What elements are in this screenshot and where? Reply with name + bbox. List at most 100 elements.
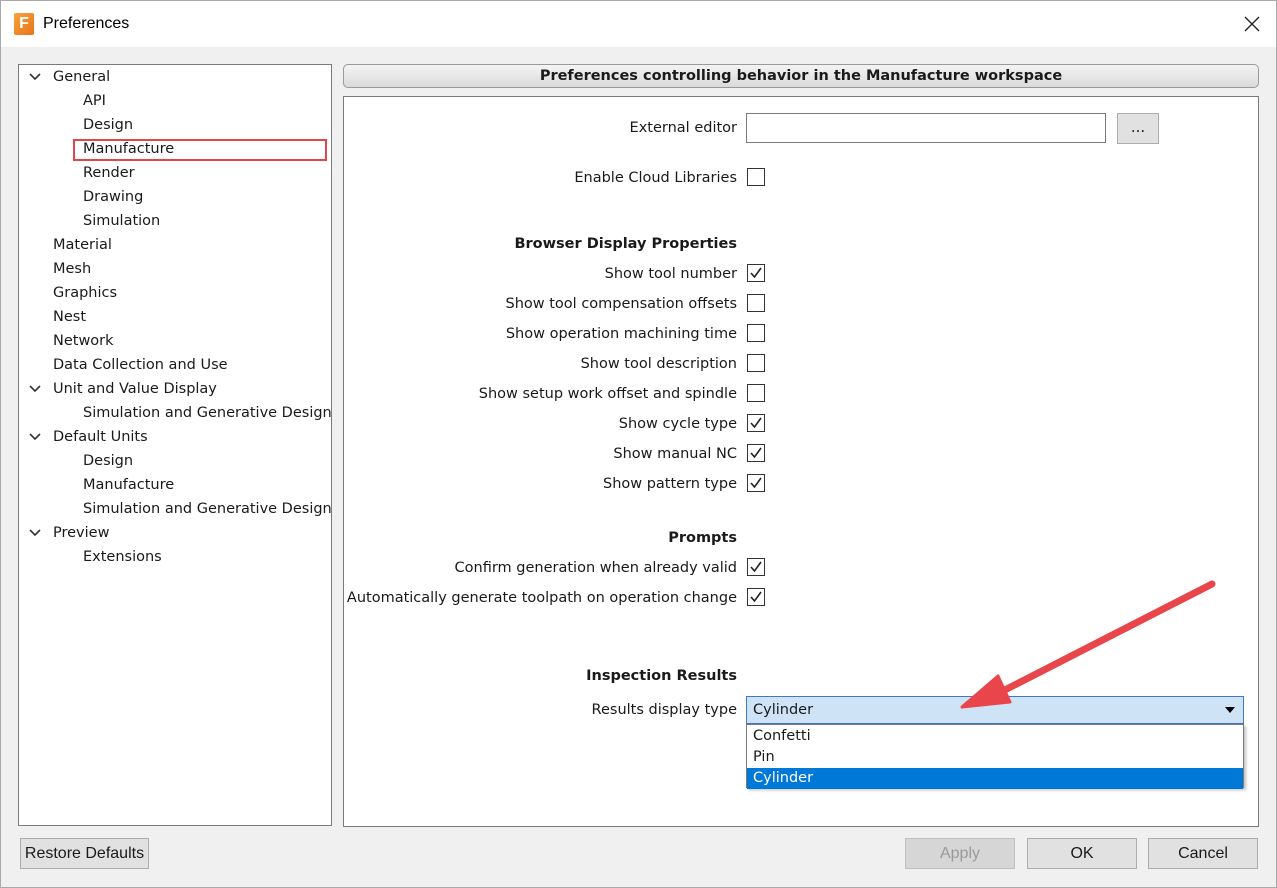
- tree-item[interactable]: Manufacture: [83, 474, 174, 496]
- option-checkbox[interactable]: [747, 474, 765, 492]
- close-icon: [1244, 16, 1260, 32]
- chevron-down-icon: [29, 385, 41, 393]
- tree-item-label: Unit and Value Display: [53, 381, 217, 397]
- expand-toggle[interactable]: [29, 66, 41, 88]
- tree-item[interactable]: Material: [53, 234, 112, 256]
- option-checkbox[interactable]: [747, 444, 765, 462]
- tree-item-label: Simulation and Generative Design: [83, 501, 332, 517]
- results-display-type-options: Confetti Pin Cylinder: [746, 724, 1244, 789]
- tree-item-label: Simulation and Generative Design: [83, 405, 332, 421]
- tree-item[interactable]: API: [83, 90, 106, 112]
- option-label: Show cycle type: [618, 416, 737, 432]
- dropdown-option[interactable]: Confetti: [747, 726, 1243, 747]
- enable-cloud-libraries-label: Enable Cloud Libraries: [574, 170, 737, 186]
- checkmark-icon: [750, 267, 762, 279]
- option-label: Show operation machining time: [505, 326, 737, 342]
- option-label: Automatically generate toolpath on opera…: [346, 590, 737, 606]
- option-checkbox[interactable]: [747, 384, 765, 402]
- tree-item[interactable]: Simulation and Generative Design: [83, 498, 332, 520]
- enable-cloud-libraries-checkbox[interactable]: [747, 168, 765, 186]
- title-bar: F Preferences: [1, 1, 1276, 47]
- tree-item[interactable]: Simulation: [83, 210, 160, 232]
- tree-item[interactable]: Design: [83, 450, 133, 472]
- tree-item-label: Extensions: [83, 549, 162, 565]
- tree-item[interactable]: Network: [53, 330, 114, 352]
- tree-item-label: Simulation: [83, 213, 161, 229]
- results-display-type-value: Cylinder: [753, 702, 814, 718]
- expand-toggle[interactable]: [29, 378, 41, 400]
- option-label: Show setup work offset and spindle: [478, 386, 737, 402]
- tree-item[interactable]: Preview: [53, 522, 109, 544]
- option-checkbox[interactable]: [747, 558, 765, 576]
- preferences-tree: General API Design Manufacture Render Drawing…: [18, 64, 332, 826]
- tree-item-label: Network: [53, 333, 114, 349]
- option-label: Show tool number: [604, 266, 737, 282]
- option-checkbox[interactable]: [747, 294, 765, 312]
- chevron-down-icon: [29, 433, 41, 441]
- tree-item-label: Drawing: [83, 189, 144, 205]
- option-label: Show tool description: [580, 356, 737, 372]
- external-editor-label: External editor: [629, 120, 737, 136]
- fusion-app-icon: F: [14, 13, 34, 35]
- tree-item[interactable]: Render: [83, 162, 135, 184]
- tree-item-label: API: [83, 93, 106, 109]
- results-display-type-select[interactable]: Cylinder: [746, 696, 1244, 724]
- tree-item[interactable]: Graphics: [53, 282, 117, 304]
- option-label: Confirm generation when already valid: [454, 560, 737, 576]
- option-label: Show tool compensation offsets: [505, 296, 737, 312]
- dropdown-option[interactable]: Cylinder: [747, 768, 1243, 789]
- tree-item[interactable]: Drawing: [83, 186, 143, 208]
- window-title: Preferences: [43, 15, 130, 32]
- tree-item-label: General: [53, 69, 111, 85]
- prompts-section-title: Prompts: [668, 530, 737, 546]
- browse-button[interactable]: ...: [1117, 113, 1159, 144]
- tree-item[interactable]: General: [53, 66, 110, 88]
- tree-item[interactable]: Unit and Value Display: [53, 378, 217, 400]
- external-editor-input[interactable]: [746, 113, 1106, 143]
- ok-button[interactable]: OK: [1027, 838, 1137, 869]
- tree-item[interactable]: Extensions: [83, 546, 162, 568]
- tree-item[interactable]: Mesh: [53, 258, 91, 280]
- tree-item-label: Data Collection and Use: [53, 357, 228, 373]
- tree-item[interactable]: Design: [83, 114, 133, 136]
- option-label: Show manual NC: [613, 446, 737, 462]
- chevron-down-icon: [29, 529, 41, 537]
- expand-toggle[interactable]: [29, 426, 41, 448]
- results-display-type-label: Results display type: [591, 702, 737, 718]
- apply-button[interactable]: Apply: [905, 838, 1015, 869]
- selected-item-outline: [73, 139, 327, 161]
- checkmark-icon: [750, 417, 762, 429]
- tree-item-label: Nest: [53, 309, 87, 325]
- tree-item-label: Mesh: [53, 261, 92, 277]
- option-checkbox[interactable]: [747, 588, 765, 606]
- tree-item-label: Design: [83, 117, 134, 133]
- tree-item-label: Design: [83, 453, 134, 469]
- tree-item-label: Default Units: [53, 429, 148, 445]
- tree-item-label: Graphics: [53, 285, 118, 301]
- option-checkbox[interactable]: [747, 324, 765, 342]
- close-button[interactable]: [1233, 5, 1271, 43]
- checkmark-icon: [750, 447, 762, 459]
- chevron-down-icon: [29, 73, 41, 81]
- browser-display-section-title: Browser Display Properties: [514, 236, 737, 252]
- option-checkbox[interactable]: [747, 414, 765, 432]
- tree-item[interactable]: Default Units: [53, 426, 148, 448]
- option-checkbox[interactable]: [747, 354, 765, 372]
- tree-item[interactable]: Nest: [53, 306, 86, 328]
- cancel-button[interactable]: Cancel: [1148, 838, 1258, 869]
- option-label: Show pattern type: [602, 476, 737, 492]
- checkmark-icon: [750, 591, 762, 603]
- dropdown-option[interactable]: Pin: [747, 747, 1243, 768]
- option-checkbox[interactable]: [747, 264, 765, 282]
- panel-header: Preferences controlling behavior in the …: [343, 64, 1259, 88]
- chevron-down-icon: [1225, 707, 1235, 713]
- expand-toggle[interactable]: [29, 522, 41, 544]
- inspection-section-title: Inspection Results: [586, 668, 737, 684]
- tree-item[interactable]: Simulation and Generative Design: [83, 402, 332, 424]
- restore-defaults-button[interactable]: Restore Defaults: [20, 838, 149, 869]
- tree-item-label: Manufacture: [83, 477, 175, 493]
- tree-item[interactable]: Data Collection and Use: [53, 354, 228, 376]
- tree-item-label: Preview: [53, 525, 110, 541]
- tree-item-label: Render: [83, 165, 135, 181]
- checkmark-icon: [750, 561, 762, 573]
